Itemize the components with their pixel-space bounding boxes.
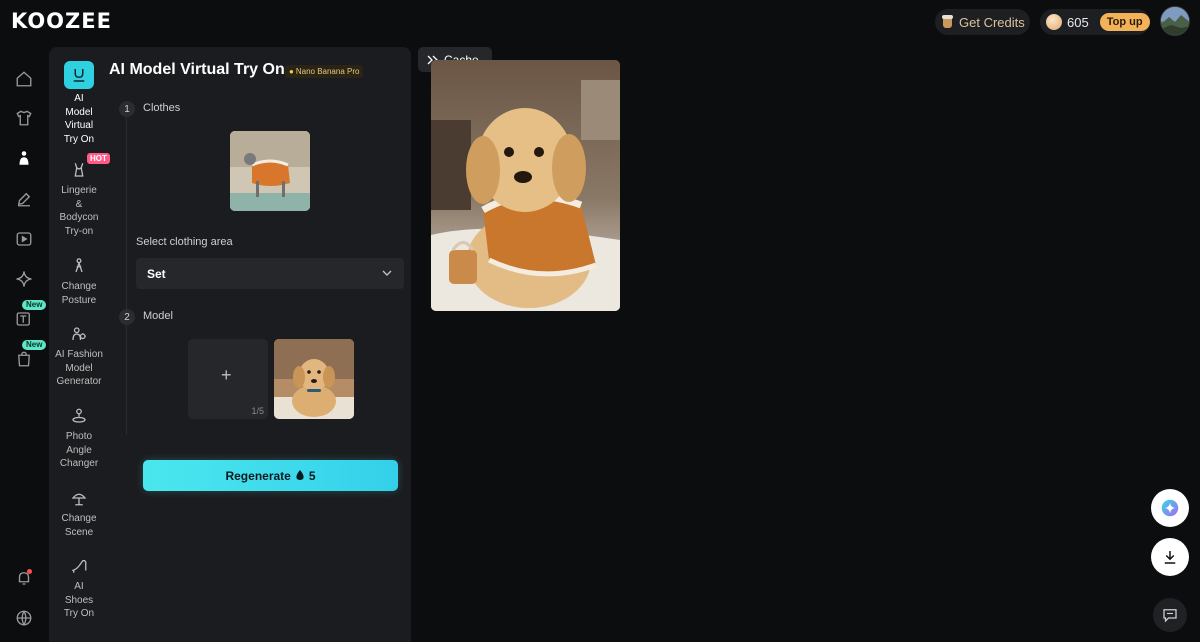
cup-icon <box>942 15 954 29</box>
step-number: 1 <box>119 101 135 117</box>
regenerate-cost: 5 <box>308 468 316 483</box>
model-person-icon[interactable] <box>13 147 35 169</box>
model-upload-button[interactable]: + 1/5 <box>188 339 268 419</box>
tool-label: Lingerie & Bodycon Try-on <box>59 185 99 237</box>
avatar-landscape-icon <box>1161 7 1189 35</box>
tool-label: Change Scene <box>61 513 97 538</box>
clothing-area-value: Set <box>147 266 166 281</box>
chat-icon <box>1163 609 1177 623</box>
tool-ai-fashion-model-generator[interactable]: AI Fashion Model Generator <box>49 323 109 389</box>
banana-icon: ● <box>289 67 294 76</box>
koozee-logo[interactable]: KOOZEE <box>11 9 112 33</box>
clothes-image[interactable] <box>230 131 310 211</box>
tool-change-scene[interactable]: Change Scene <box>49 487 109 539</box>
hot-badge: HOT <box>87 153 110 164</box>
get-credits-button[interactable]: Get Credits <box>935 9 1030 35</box>
shirt-icon[interactable] <box>13 107 35 129</box>
tool-label: Photo Angle Changer <box>59 431 99 469</box>
top-bar: KOOZEE Get Credits 605 Top up <box>0 0 1200 44</box>
credits-balance: 605 Top up <box>1040 9 1150 35</box>
download-button[interactable] <box>1151 538 1189 576</box>
clothing-area-label: Select clothing area <box>136 236 233 248</box>
get-credits-label: Get Credits <box>959 14 1025 30</box>
ai-sparkle-icon <box>1161 499 1179 517</box>
tool-list: AI Model Virtual Try On Lingerie & Bodyc… <box>49 47 109 642</box>
tool-ai-model-virtual-try-on[interactable]: AI Model Virtual Try On <box>49 61 109 146</box>
generated-photo <box>431 60 620 311</box>
fashion-model-icon <box>68 323 90 345</box>
sparkle-icon[interactable] <box>13 268 35 290</box>
globe-icon[interactable] <box>13 607 35 629</box>
credit-drop-icon <box>296 470 304 480</box>
model-badge: ● Nano Banana Pro <box>285 65 364 78</box>
model-image[interactable] <box>274 339 354 419</box>
download-icon <box>1164 551 1176 564</box>
model-badge-label: Nano Banana Pro <box>295 67 360 76</box>
step-connector <box>126 117 127 435</box>
posture-icon <box>68 255 90 277</box>
notification-dot <box>27 569 32 574</box>
clothing-area-select[interactable]: Set <box>136 258 404 289</box>
home-icon[interactable] <box>13 68 35 90</box>
regenerate-label: Regenerate <box>225 468 291 483</box>
high-heel-icon <box>68 555 90 577</box>
step-label-clothes: Clothes <box>143 102 181 114</box>
step-number: 2 <box>119 309 135 325</box>
shopping-bag-icon[interactable] <box>13 348 35 370</box>
chevron-down-icon <box>382 270 392 276</box>
credits-count: 605 <box>1067 14 1089 30</box>
page-title: AI Model Virtual Try On <box>109 61 285 78</box>
ai-assistant-button[interactable] <box>1151 489 1189 527</box>
scene-icon <box>68 487 90 509</box>
tool-change-posture[interactable]: Change Posture <box>49 255 109 307</box>
tool-photo-angle-changer[interactable]: Photo Angle Changer <box>49 405 109 471</box>
edit-icon[interactable] <box>13 188 35 210</box>
tool-label: AI Fashion Model Generator <box>55 349 103 387</box>
text-tool-icon[interactable] <box>13 308 35 330</box>
tool-label: Change Posture <box>61 281 97 306</box>
tool-lingerie-bodycon-try-on[interactable]: Lingerie & Bodycon Try-on <box>49 159 109 238</box>
coin-icon <box>1046 14 1062 30</box>
tool-panel: AI Model Virtual Try On Lingerie & Bodyc… <box>49 47 411 642</box>
clothes-thumbnail <box>230 131 310 211</box>
video-icon[interactable] <box>13 228 35 250</box>
tool-label: AI Shoes Try On <box>63 581 95 619</box>
logo-text: KOOZEE <box>11 9 112 33</box>
tool-ai-shoes-try-on[interactable]: AI Shoes Try On <box>49 555 109 621</box>
plus-icon: + <box>221 365 232 385</box>
hanger-model-icon <box>64 61 94 89</box>
model-thumbnail <box>274 339 354 419</box>
angle-icon <box>68 405 90 427</box>
step-label-model: Model <box>143 310 173 322</box>
chat-button[interactable] <box>1153 598 1187 632</box>
upload-count: 1/5 <box>251 406 264 416</box>
result-image[interactable] <box>431 60 620 311</box>
tool-label: AI Model Virtual Try On <box>63 93 95 145</box>
user-avatar[interactable] <box>1160 6 1190 36</box>
regenerate-button[interactable]: Regenerate 5 <box>143 460 398 491</box>
topup-button[interactable]: Top up <box>1099 13 1150 31</box>
